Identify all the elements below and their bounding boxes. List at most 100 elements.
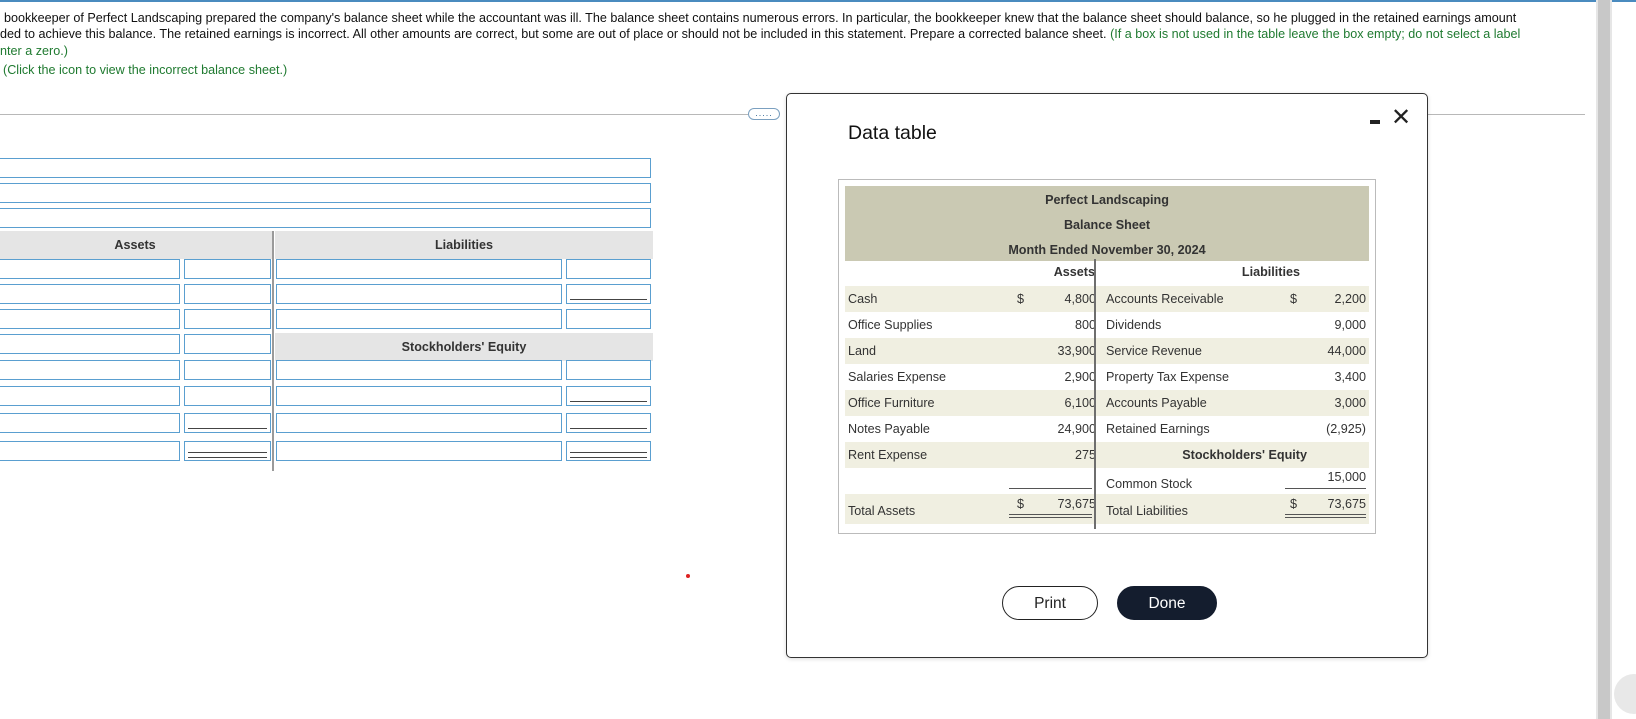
asset-amount-input-2[interactable]: [184, 284, 271, 304]
scrollbar-thumb[interactable]: [1598, 0, 1610, 719]
liability-amount-input-1[interactable]: [566, 259, 651, 279]
section-divider-right: [1428, 114, 1585, 115]
heading-input-1[interactable]: [0, 158, 651, 178]
assets-subtotal-underline: [1009, 488, 1092, 489]
asset-label: Office Supplies: [848, 318, 933, 332]
equity-label-input-2[interactable]: [276, 386, 562, 406]
table-row: Office Furniture 6,100 Accounts Payable …: [845, 390, 1369, 416]
data-table-dialog: Data table ✕ Perfect Landscaping Balance…: [786, 93, 1428, 658]
assets-header: Assets: [0, 231, 272, 259]
asset-amount-input-6[interactable]: [184, 386, 271, 406]
asset-amount-input-4[interactable]: [184, 334, 271, 354]
problem-line-3: nter a zero.): [0, 43, 68, 58]
problem-line-1: bookkeeper of Perfect Landscaping prepar…: [4, 11, 1517, 25]
bs-liabilities-header: Liabilities: [1241, 265, 1300, 279]
liability-label: Service Revenue: [1106, 344, 1202, 358]
dialog-title: Data table: [848, 122, 937, 144]
table-row: Land 33,900 Service Revenue 44,000: [845, 338, 1369, 364]
statement-period: Month Ended November 30, 2024: [1008, 243, 1206, 257]
balance-sheet-heading: Perfect Landscaping Balance Sheet Month …: [845, 186, 1369, 261]
column-header-row: Assets Liabilities: [845, 260, 1369, 286]
top-accent-line: [0, 0, 1636, 2]
asset-label: Salaries Expense: [848, 370, 947, 384]
total-liabilities-amount-input[interactable]: [566, 309, 651, 329]
equity-header: Stockholders' Equity: [275, 333, 653, 361]
assets-total-underline-1: [1009, 514, 1092, 515]
form-column-divider: [272, 231, 274, 471]
problem-instruction: (If a box is not used in the table leave…: [1110, 27, 1521, 42]
asset-label-input-7[interactable]: [0, 413, 180, 433]
liability-label: Accounts Payable: [1106, 396, 1207, 410]
liability-label-input-2[interactable]: [276, 284, 562, 304]
liability-amount: 2,200: [1334, 292, 1366, 306]
asset-label-input-6[interactable]: [0, 386, 180, 406]
liability-label-input-1[interactable]: [276, 259, 562, 279]
expand-ellipsis-button[interactable]: .....: [748, 108, 780, 120]
section-divider-left: [0, 114, 748, 115]
heading-input-3[interactable]: [0, 208, 651, 228]
asset-amount: 275: [1074, 448, 1096, 462]
total-equity-amount-input[interactable]: [566, 413, 651, 433]
liability-amount: 44,000: [1327, 344, 1366, 358]
minimize-icon[interactable]: [1365, 110, 1385, 130]
balance-sheet-column-divider: [1094, 259, 1096, 529]
view-balance-sheet-link[interactable]: (Click the icon to view the incorrect ba…: [3, 63, 287, 77]
asset-label: Rent Expense: [848, 448, 928, 462]
help-icon[interactable]: [1614, 674, 1636, 714]
company-name: Perfect Landscaping: [1045, 193, 1169, 207]
total-assets-amount-input[interactable]: [184, 441, 271, 461]
red-marker-dot: [686, 574, 690, 578]
asset-label: Land: [848, 344, 877, 358]
asset-amount: 6,100: [1064, 396, 1096, 410]
equity-amount-input-1[interactable]: [566, 360, 651, 380]
asset-label-input-4[interactable]: [0, 334, 180, 354]
print-button[interactable]: Print: [1002, 586, 1098, 620]
total-assets-amount: 73,675: [1057, 497, 1096, 511]
equity-label-input-1[interactable]: [276, 360, 562, 380]
liability-label: Property Tax Expense: [1106, 370, 1229, 384]
asset-amount: 2,900: [1064, 370, 1096, 384]
total-assets-label: Total Assets: [848, 504, 916, 518]
heading-input-2[interactable]: [0, 183, 651, 203]
liability-label: Accounts Receivable: [1106, 292, 1224, 306]
equity-amount-input-2[interactable]: [566, 386, 651, 406]
asset-label-input-3[interactable]: [0, 309, 180, 329]
liability-amount: 9,000: [1334, 318, 1366, 332]
problem-statement: bookkeeper of Perfect Landscaping prepar…: [0, 10, 1596, 59]
equity-label: Common Stock: [1106, 477, 1193, 491]
asset-amount: 4,800: [1064, 292, 1096, 306]
liabilities-header: Liabilities: [275, 231, 653, 259]
liability-label: Retained Earnings: [1106, 422, 1210, 436]
liability-amount-input-2[interactable]: [566, 284, 651, 304]
asset-label: Cash: [848, 292, 878, 306]
total-liabilities-amount: 73,675: [1327, 497, 1366, 511]
assets-total-underline-2: [1009, 517, 1092, 518]
equity-amount: 15,000: [1327, 470, 1366, 484]
incorrect-balance-sheet: Perfect Landscaping Balance Sheet Month …: [838, 179, 1376, 534]
asset-label-input-1[interactable]: [0, 259, 180, 279]
asset-amount: 33,900: [1057, 344, 1096, 358]
asset-amount: 800: [1074, 318, 1096, 332]
problem-line-2: ded to achieve this balance. The retaine…: [0, 26, 1596, 42]
total-liabilities-label-input[interactable]: [276, 309, 562, 329]
table-row: Common Stock 15,000: [845, 468, 1369, 494]
asset-label: Notes Payable: [848, 422, 930, 436]
asset-amount: 24,900: [1057, 422, 1096, 436]
asset-amount-input-5[interactable]: [184, 360, 271, 380]
done-button[interactable]: Done: [1117, 586, 1217, 620]
table-row: Office Supplies 800 Dividends 9,000: [845, 312, 1369, 338]
totals-row: Total Assets $ 73,675 Total Liabilities …: [845, 494, 1369, 524]
asset-amount-input-3[interactable]: [184, 309, 271, 329]
total-liab-equity-amount-input[interactable]: [566, 441, 651, 461]
asset-label-input-2[interactable]: [0, 284, 180, 304]
liability-amount: 3,000: [1334, 396, 1366, 410]
total-liab-equity-label-input[interactable]: [276, 441, 562, 461]
bs-assets-header: Assets: [1053, 265, 1095, 279]
close-icon[interactable]: ✕: [1390, 106, 1412, 130]
total-equity-label-input[interactable]: [276, 413, 562, 433]
table-row: Notes Payable 24,900 Retained Earnings (…: [845, 416, 1369, 442]
asset-amount-input-1[interactable]: [184, 259, 271, 279]
total-assets-label-input[interactable]: [0, 441, 180, 461]
asset-label-input-5[interactable]: [0, 360, 180, 380]
asset-amount-input-7[interactable]: [184, 413, 271, 433]
